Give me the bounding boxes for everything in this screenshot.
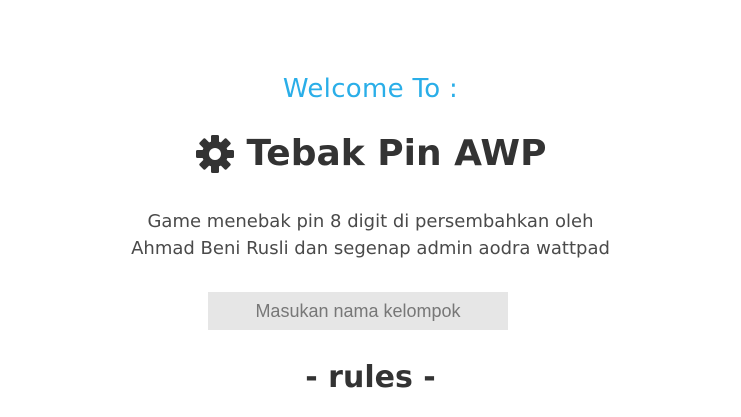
game-title-row: Tebak Pin AWP [0,132,741,176]
gear-icon [195,134,235,174]
game-title: Tebak Pin AWP [246,133,547,174]
rules-heading: - rules - [305,360,436,395]
welcome-page: Welcome To : Tebak Pin AWP Game menebak … [0,0,741,417]
description-line-1: Game menebak pin 8 digit di persembahkan… [147,211,594,232]
game-description: Game menebak pin 8 digit di persembahkan… [0,208,741,262]
welcome-heading: Welcome To : [282,74,459,104]
description-line-2: Ahmad Beni Rusli dan segenap admin aodra… [131,238,610,259]
group-name-input[interactable] [208,292,508,330]
